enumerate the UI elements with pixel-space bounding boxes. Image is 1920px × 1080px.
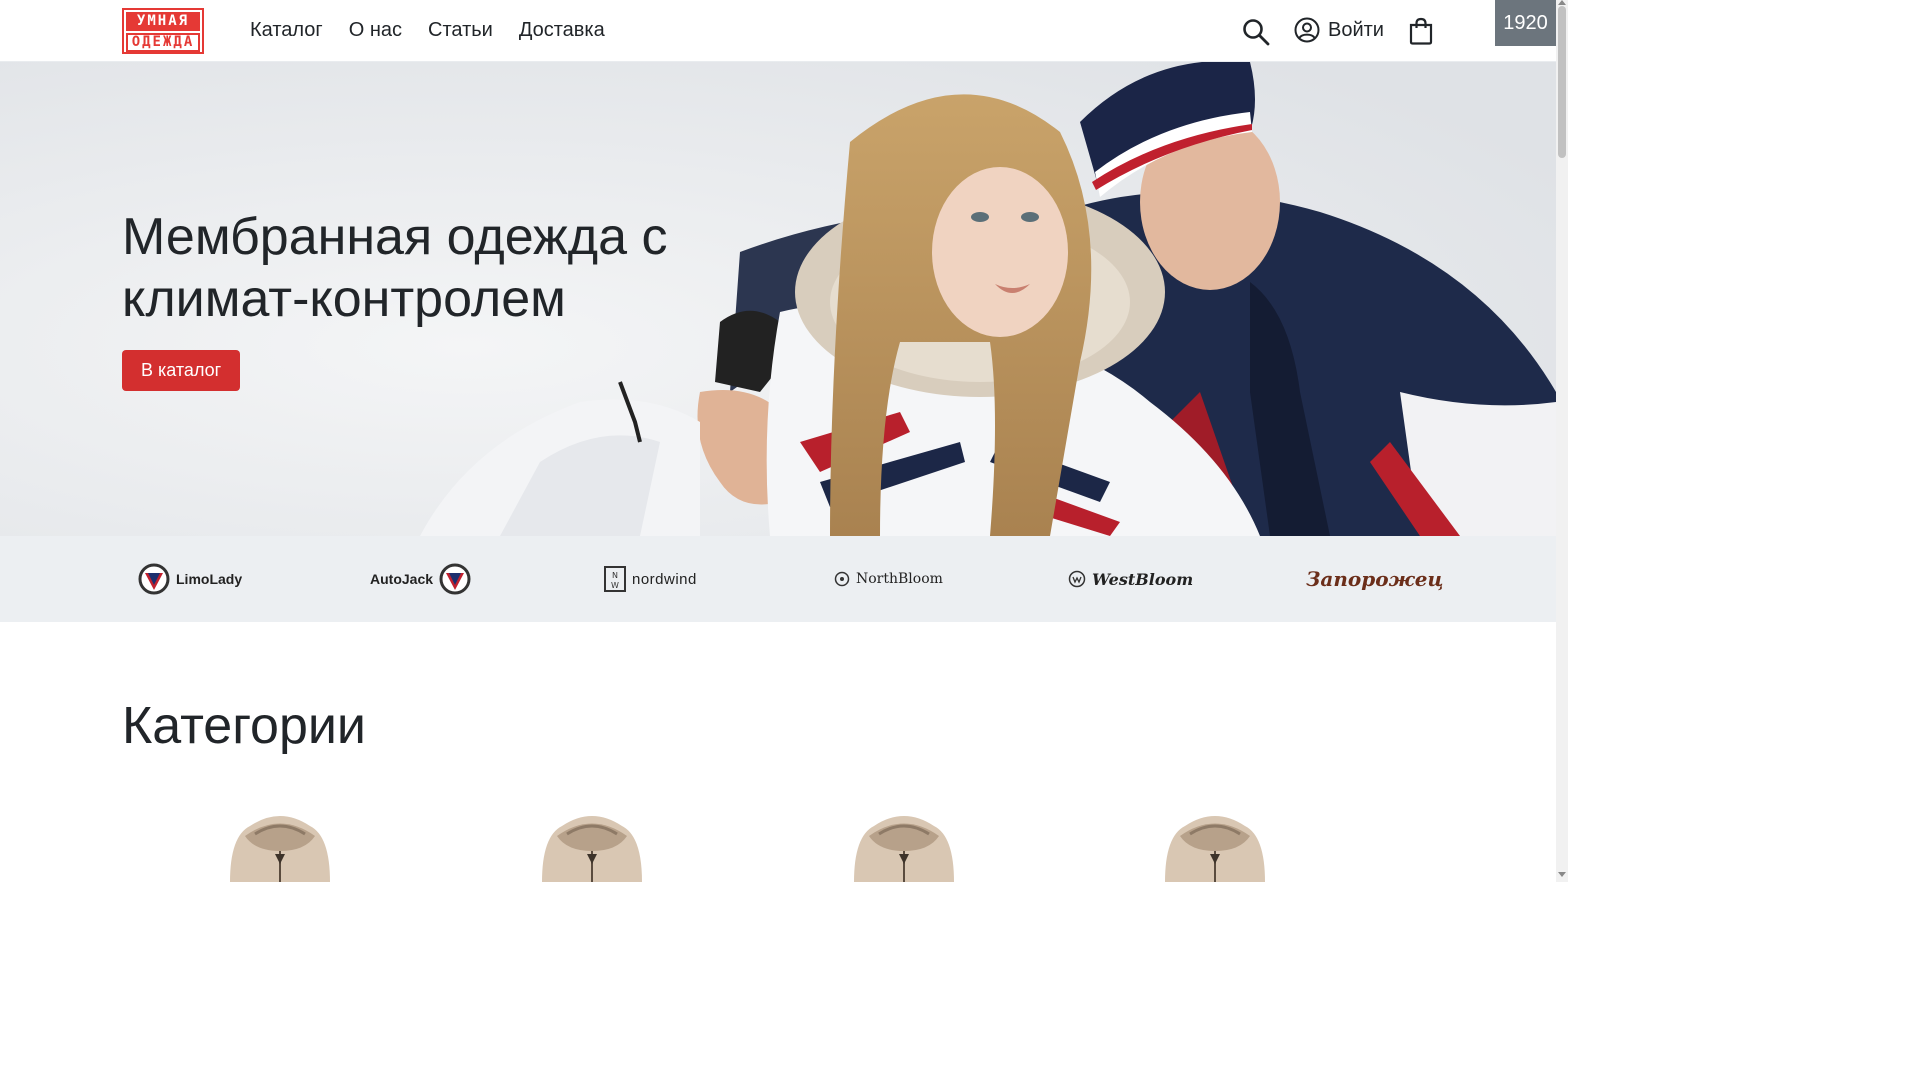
brand-zaporozhets[interactable]: Запорожец — [1306, 558, 1444, 600]
brand-name: WestBloom — [1092, 569, 1194, 589]
category-card[interactable] — [200, 806, 360, 882]
login-label: Войти — [1328, 19, 1384, 41]
viewport-width-badge: 1920 — [1495, 0, 1556, 46]
shopping-bag-icon[interactable] — [1408, 17, 1434, 45]
site-logo[interactable]: УМНАЯ ОДЕЖДА — [122, 8, 204, 54]
user-circle-icon — [1294, 17, 1320, 43]
brand-name: Запорожец — [1306, 567, 1444, 591]
brand-name: LimoLady — [176, 571, 243, 587]
brand-northbloom[interactable]: NorthBloom — [834, 558, 943, 600]
jacket-image — [854, 816, 954, 882]
svg-text:W: W — [611, 581, 619, 590]
brands-strip: LimoLady AutoJack N W nordwind NorthBloo… — [0, 536, 1556, 622]
jacket-image — [1165, 816, 1265, 882]
brand-autojack[interactable]: AutoJack — [370, 558, 471, 600]
flower-icon — [834, 571, 850, 587]
shield-logo-icon — [439, 563, 471, 595]
brand-name: nordwind — [632, 570, 697, 588]
categories-title: Категории — [122, 697, 366, 755]
nav-articles[interactable]: Статьи — [428, 17, 493, 43]
nw-logo-icon: N W — [604, 566, 626, 592]
scroll-down-arrow-icon[interactable] — [1558, 872, 1566, 877]
search-icon[interactable] — [1242, 18, 1270, 46]
round-emblem-icon — [1068, 570, 1086, 588]
brand-limolady[interactable]: LimoLady — [138, 558, 242, 600]
logo-line-2: ОДЕЖДА — [126, 33, 200, 52]
hero-title: Мембранная одежда с климат-контролем — [122, 208, 668, 328]
nav-about[interactable]: О нас — [349, 17, 402, 43]
brand-name: NorthBloom — [856, 571, 943, 587]
brand-nordwind[interactable]: N W nordwind — [604, 558, 697, 600]
catalog-button[interactable]: В каталог — [122, 350, 241, 391]
nav-catalog[interactable]: Каталог — [250, 17, 323, 43]
shield-logo-icon — [138, 563, 170, 595]
brand-name: AutoJack — [370, 571, 434, 587]
category-card[interactable] — [512, 806, 672, 882]
category-card[interactable] — [824, 806, 984, 882]
jacket-image — [230, 816, 330, 882]
site-header: УМНАЯ ОДЕЖДА Каталог О нас Статьи Достав… — [0, 0, 1556, 62]
jacket-image — [542, 816, 642, 882]
brand-westbloom[interactable]: WestBloom — [1068, 558, 1193, 600]
scroll-up-arrow-icon[interactable] — [1558, 0, 1566, 5]
category-card[interactable] — [1135, 806, 1295, 882]
logo-line-1: УМНАЯ — [126, 12, 200, 31]
svg-text:N: N — [612, 571, 618, 580]
login-button[interactable]: Войти — [1294, 17, 1384, 43]
scrollbar-thumb[interactable] — [1558, 6, 1566, 158]
hero-banner: Мембранная одежда с климат-контролем В к… — [0, 62, 1556, 536]
nav-delivery[interactable]: Доставка — [519, 17, 605, 43]
main-nav: Каталог О нас Статьи Доставка — [250, 17, 605, 43]
page-scrollbar[interactable] — [1556, 0, 1568, 882]
